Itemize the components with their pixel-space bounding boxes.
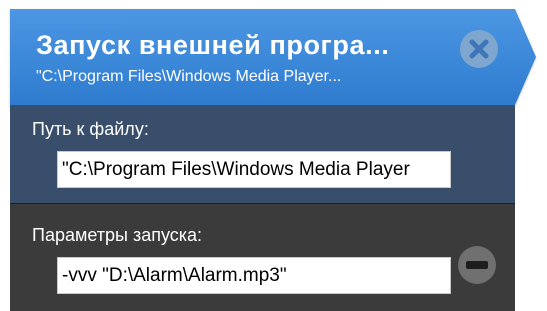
path-input[interactable]: "C:\Program Files\Windows Media Player — [57, 151, 451, 188]
params-input[interactable]: -vvv "D:\Alarm\Alarm.mp3" — [57, 257, 451, 294]
minus-icon — [459, 247, 495, 283]
params-section: Параметры запуска: -vvv "D:\Alarm\Alarm.… — [10, 204, 515, 311]
header-banner: Запуск внешней програ... "C:\Program Fil… — [10, 9, 536, 105]
path-section: Путь к файлу: "C:\Program Files\Windows … — [10, 105, 515, 204]
page-title: Запуск внешней програ... — [36, 30, 390, 60]
page-subtitle: "C:\Program Files\Windows Media Player..… — [36, 68, 342, 85]
close-button[interactable] — [460, 30, 498, 68]
path-label: Путь к файлу: — [32, 119, 149, 139]
close-icon — [469, 39, 489, 59]
params-label: Параметры запуска: — [32, 225, 203, 245]
remove-params-button[interactable] — [458, 246, 496, 284]
